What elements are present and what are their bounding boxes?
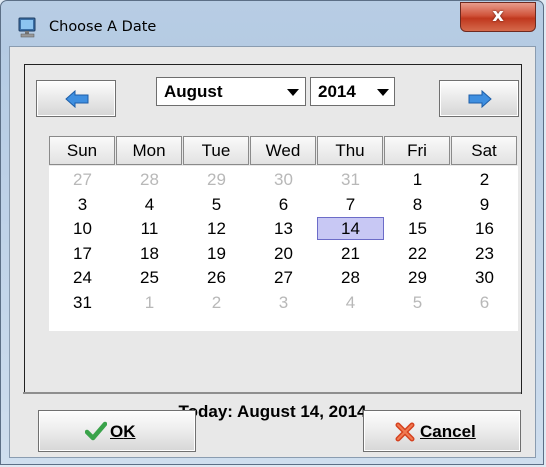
window-title: Choose A Date [49,19,157,35]
day-cell[interactable]: 18 [116,242,183,265]
day-cell[interactable]: 13 [250,217,317,240]
day-cell[interactable]: 15 [384,217,451,240]
selected-day-cell[interactable]: 14 [317,217,384,240]
day-cell[interactable]: 17 [49,242,116,265]
close-icon: x [492,5,504,26]
date-chooser-dialog: Choose A Date x August 2014 Today: Augus… [0,0,544,465]
day-cell[interactable]: 29 [384,266,451,289]
day-cell[interactable]: 11 [116,217,183,240]
month-select[interactable]: August [156,77,306,106]
day-cell[interactable]: 19 [183,242,250,265]
day-cell[interactable]: 20 [250,242,317,265]
day-cell[interactable]: 3 [49,193,116,216]
day-cell[interactable]: 16 [451,217,518,240]
day-cell[interactable]: 9 [451,193,518,216]
cancel-label-rest: ancel [432,422,476,441]
weekday-header-cell: Sun [49,136,115,165]
day-cell[interactable]: 31 [317,168,384,191]
chevron-down-icon [287,89,299,96]
day-cell[interactable]: 26 [183,266,250,289]
year-select[interactable]: 2014 [310,77,395,106]
day-grid: 27 28 29 30 31 1 2 3 4 5 6 7 8 9 10 11 12 13 14 15 16 17 18 19 2… [49,166,518,331]
computer-icon [18,17,36,38]
day-cell[interactable]: 30 [250,168,317,191]
cancel-button[interactable]: Cancel [363,410,521,452]
day-cell[interactable]: 1 [384,168,451,191]
day-cell[interactable]: 4 [317,291,384,314]
weekday-header: Sun Mon Tue Wed Thu Fri Sat [49,136,519,166]
day-cell[interactable]: 5 [183,193,250,216]
day-cell[interactable]: 2 [183,291,250,314]
year-value: 2014 [318,82,356,101]
checkmark-icon [85,421,107,441]
day-cell[interactable]: 12 [183,217,250,240]
day-cell[interactable]: 6 [250,193,317,216]
day-cell[interactable]: 4 [116,193,183,216]
title-bar[interactable]: Choose A Date x [1,1,543,41]
day-cell[interactable]: 23 [451,242,518,265]
weekday-header-cell: Tue [183,136,249,165]
day-cell[interactable]: 21 [317,242,384,265]
day-cell[interactable]: 2 [451,168,518,191]
day-cell[interactable]: 27 [49,168,116,191]
day-cell[interactable]: 28 [116,168,183,191]
previous-month-button[interactable] [36,80,116,117]
arrow-left-icon [65,90,89,108]
divider [23,392,521,394]
weekday-header-cell: Mon [116,136,182,165]
day-cell[interactable]: 22 [384,242,451,265]
day-cell[interactable]: 25 [116,266,183,289]
cancel-mnemonic: C [420,422,433,441]
ok-label-rest: K [123,422,136,441]
day-cell[interactable]: 24 [49,266,116,289]
day-cell[interactable]: 7 [317,193,384,216]
cancel-x-icon [395,422,415,442]
day-cell[interactable]: 29 [183,168,250,191]
day-cell[interactable]: 28 [317,266,384,289]
next-month-button[interactable] [439,80,519,117]
weekday-header-cell: Sat [451,136,517,165]
day-cell[interactable]: 30 [451,266,518,289]
day-cell[interactable]: 8 [384,193,451,216]
day-cell[interactable]: 1 [116,291,183,314]
month-value: August [164,82,223,101]
day-cell[interactable]: 10 [49,217,116,240]
day-cell[interactable]: 27 [250,266,317,289]
ok-mnemonic: O [110,422,124,441]
chevron-down-icon [377,89,389,96]
close-button[interactable]: x [460,2,536,32]
ok-button[interactable]: OK [38,410,196,452]
day-cell[interactable]: 5 [384,291,451,314]
weekday-header-cell: Wed [250,136,316,165]
day-cell[interactable]: 31 [49,291,116,314]
day-cell[interactable]: 3 [250,291,317,314]
day-cell[interactable]: 6 [451,291,518,314]
arrow-right-icon [468,90,492,108]
weekday-header-cell: Thu [317,136,383,165]
weekday-header-cell: Fri [384,136,450,165]
